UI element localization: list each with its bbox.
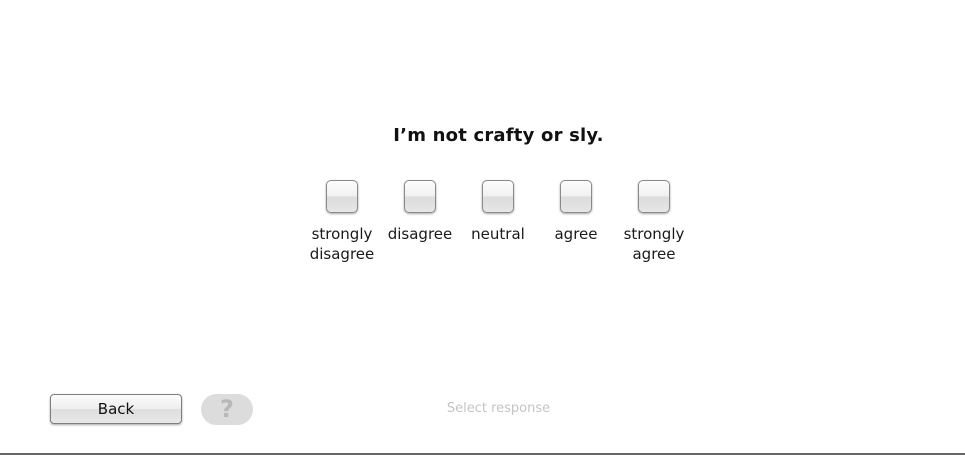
- option-strongly-agree[interactable]: strongly agree: [609, 180, 699, 264]
- option-label: strongly agree: [623, 225, 685, 263]
- response-checkbox[interactable]: [560, 180, 592, 213]
- option-label: disagree: [387, 225, 453, 243]
- option-disagree[interactable]: disagree: [375, 180, 465, 244]
- option-agree[interactable]: agree: [531, 180, 621, 244]
- response-checkbox[interactable]: [404, 180, 436, 213]
- status-text: Select response: [446, 401, 551, 416]
- option-label: strongly disagree: [309, 225, 375, 263]
- option-label: agree: [554, 225, 598, 243]
- question-text: I’m not crafty or sly.: [393, 125, 604, 146]
- response-checkbox[interactable]: [638, 180, 670, 213]
- response-checkbox[interactable]: [482, 180, 514, 213]
- option-label: neutral: [471, 225, 525, 243]
- option-neutral[interactable]: neutral: [453, 180, 543, 244]
- option-strongly-disagree[interactable]: strongly disagree: [297, 180, 387, 264]
- response-checkbox[interactable]: [326, 180, 358, 213]
